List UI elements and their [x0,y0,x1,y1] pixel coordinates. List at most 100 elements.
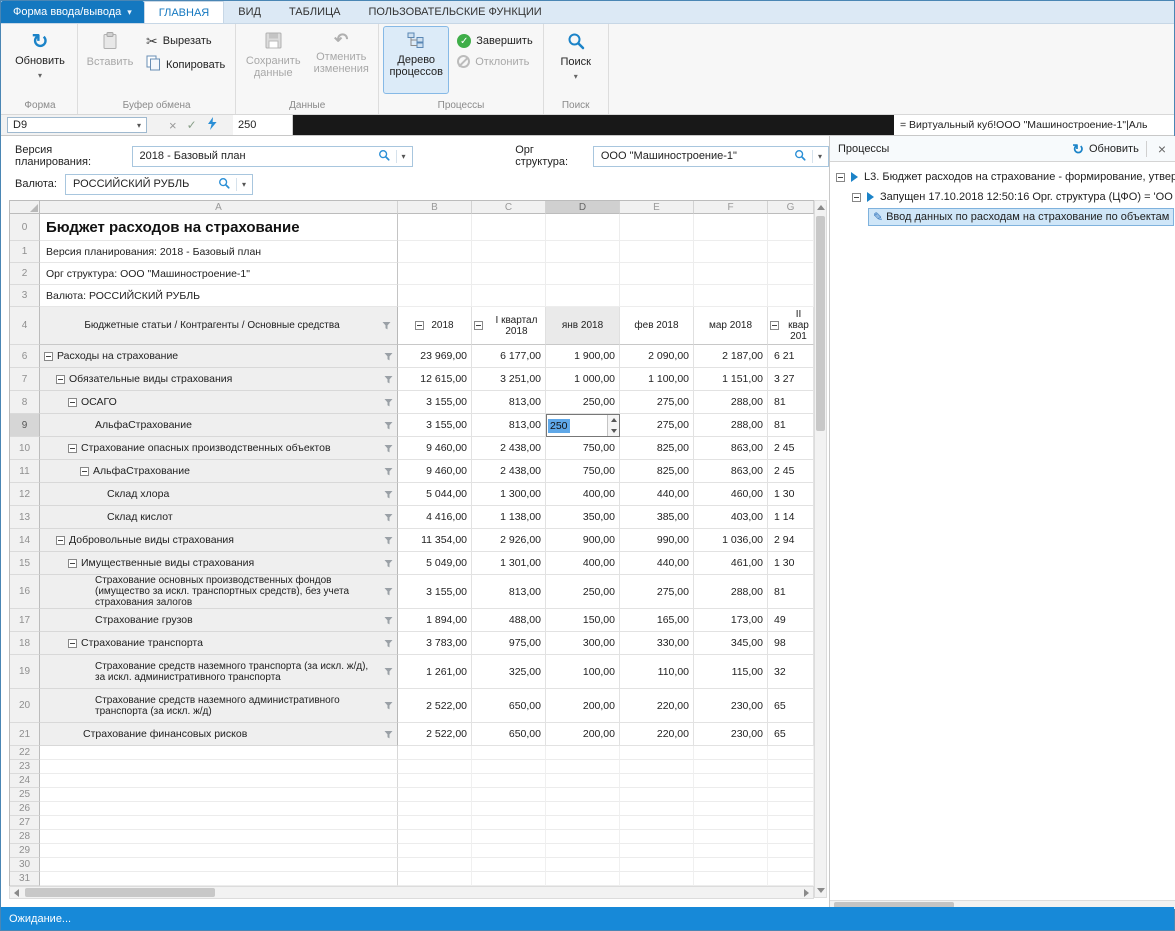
row-label-cell[interactable]: Страхование средств наземного транспорта… [40,655,398,689]
cut-button[interactable]: ✂ Вырезать [140,32,231,50]
grid-cell[interactable]: 3 27 [768,368,814,391]
grid-cell[interactable]: 813,00 [472,575,546,609]
grid-cell[interactable]: 3 251,00 [472,368,546,391]
filter-funnel-icon[interactable] [380,730,397,739]
empty-cell[interactable] [398,746,472,760]
grid-cell[interactable]: 2 090,00 [620,345,694,368]
grid-cell[interactable]: 81 [768,391,814,414]
tab-vid[interactable]: ВИД [224,1,275,23]
spin-down-icon[interactable] [608,426,619,437]
empty-cell[interactable] [546,774,620,788]
column-letter[interactable]: B [398,201,472,214]
grid-cell[interactable]: 2 45 [768,437,814,460]
filter-funnel-icon[interactable] [380,667,397,676]
empty-cell[interactable] [546,872,620,886]
empty-cell[interactable] [472,858,546,872]
collapse-icon[interactable] [68,398,77,407]
row-label-cell[interactable]: Страхование финансовых рисков [40,723,398,746]
row-header[interactable]: 8 [10,391,40,414]
info-cell[interactable]: Орг структура: ООО "Машиностроение-1" [40,263,398,285]
empty-cell[interactable] [472,760,546,774]
row-label-cell[interactable]: ОСАГО [40,391,398,414]
row-header[interactable]: 3 [10,285,40,307]
empty-cell[interactable] [694,214,768,241]
grid-cell[interactable]: 2 522,00 [398,689,472,723]
grid-cell[interactable]: 110,00 [620,655,694,689]
grid-cell[interactable]: 2 45 [768,460,814,483]
row-header[interactable]: 18 [10,632,40,655]
scrollbar-track[interactable] [815,214,826,884]
row-header[interactable]: 16 [10,575,40,609]
empty-cell[interactable] [768,788,814,802]
cell-reference-combo[interactable]: D9 ▾ [7,117,147,133]
empty-cell[interactable] [694,802,768,816]
grid-cell[interactable]: 220,00 [620,723,694,746]
grid-cell[interactable]: 990,00 [620,529,694,552]
grid-cell[interactable]: 1 138,00 [472,506,546,529]
grid-cell[interactable]: 813,00 [472,391,546,414]
empty-cell[interactable] [768,816,814,830]
row-label-cell[interactable]: Страхование средств наземного администра… [40,689,398,723]
filter-funnel-icon[interactable] [380,639,397,648]
scroll-right-icon[interactable] [800,887,813,898]
empty-cell[interactable] [620,872,694,886]
grid-cell[interactable]: 1 151,00 [694,368,768,391]
scroll-down-icon[interactable] [815,884,826,897]
collapse-icon[interactable] [68,444,77,453]
empty-cell[interactable] [472,802,546,816]
grid-cell[interactable]: 5 049,00 [398,552,472,575]
empty-cell[interactable] [40,872,398,886]
process-item[interactable]: Запущен 17.10.2018 12:50:16 Орг. структу… [830,187,1175,207]
row-header[interactable]: 12 [10,483,40,506]
column-letter[interactable]: A [40,201,398,214]
empty-cell[interactable] [40,760,398,774]
empty-cell[interactable] [398,858,472,872]
empty-cell[interactable] [694,774,768,788]
empty-cell[interactable] [472,816,546,830]
grid-cell[interactable]: 440,00 [620,483,694,506]
empty-cell[interactable] [472,830,546,844]
grid-cell[interactable]: 345,00 [694,632,768,655]
empty-cell[interactable] [620,802,694,816]
close-icon[interactable]: × [1154,141,1170,157]
column-letter-selected[interactable]: D [546,201,620,214]
row-header[interactable]: 21 [10,723,40,746]
grid-cell[interactable]: 750,00 [546,437,620,460]
grid-cell[interactable]: 2 926,00 [472,529,546,552]
empty-cell[interactable] [472,844,546,858]
grid-cell[interactable]: 488,00 [472,609,546,632]
empty-cell[interactable] [398,872,472,886]
grid-cell[interactable]: 1 30 [768,483,814,506]
empty-cell[interactable] [472,241,546,263]
collapse-icon[interactable] [68,639,77,648]
grid-cell[interactable]: 230,00 [694,723,768,746]
grid-cell[interactable]: 1 894,00 [398,609,472,632]
grid-cell[interactable]: 4 416,00 [398,506,472,529]
empty-cell[interactable] [768,844,814,858]
grid-cell[interactable]: 863,00 [694,437,768,460]
grid-cell[interactable]: 3 783,00 [398,632,472,655]
grid-cell[interactable]: 81 [768,414,814,437]
empty-cell[interactable] [40,858,398,872]
empty-cell[interactable] [546,844,620,858]
grid-cell[interactable]: 23 969,00 [398,345,472,368]
grid-cell[interactable]: 288,00 [694,575,768,609]
collapse-icon[interactable] [56,536,65,545]
column-header-q1[interactable]: I квартал 2018 [472,307,546,345]
grid-cell[interactable]: 813,00 [472,414,546,437]
empty-cell[interactable] [546,214,620,241]
row-header[interactable]: 20 [10,689,40,723]
empty-cell[interactable] [768,263,814,285]
row-header[interactable]: 1 [10,241,40,263]
grid-cell[interactable]: 275,00 [620,391,694,414]
grid-cell[interactable]: 65 [768,723,814,746]
grid-cell[interactable]: 65 [768,689,814,723]
grid-cell[interactable]: 288,00 [694,391,768,414]
empty-cell[interactable] [694,830,768,844]
grid-cell[interactable]: 400,00 [546,483,620,506]
grid-cell[interactable]: 385,00 [620,506,694,529]
row-header[interactable]: 26 [10,802,40,816]
grid-cell[interactable]: 2 522,00 [398,723,472,746]
row-header[interactable]: 30 [10,858,40,872]
spin-up-icon[interactable] [608,415,619,426]
